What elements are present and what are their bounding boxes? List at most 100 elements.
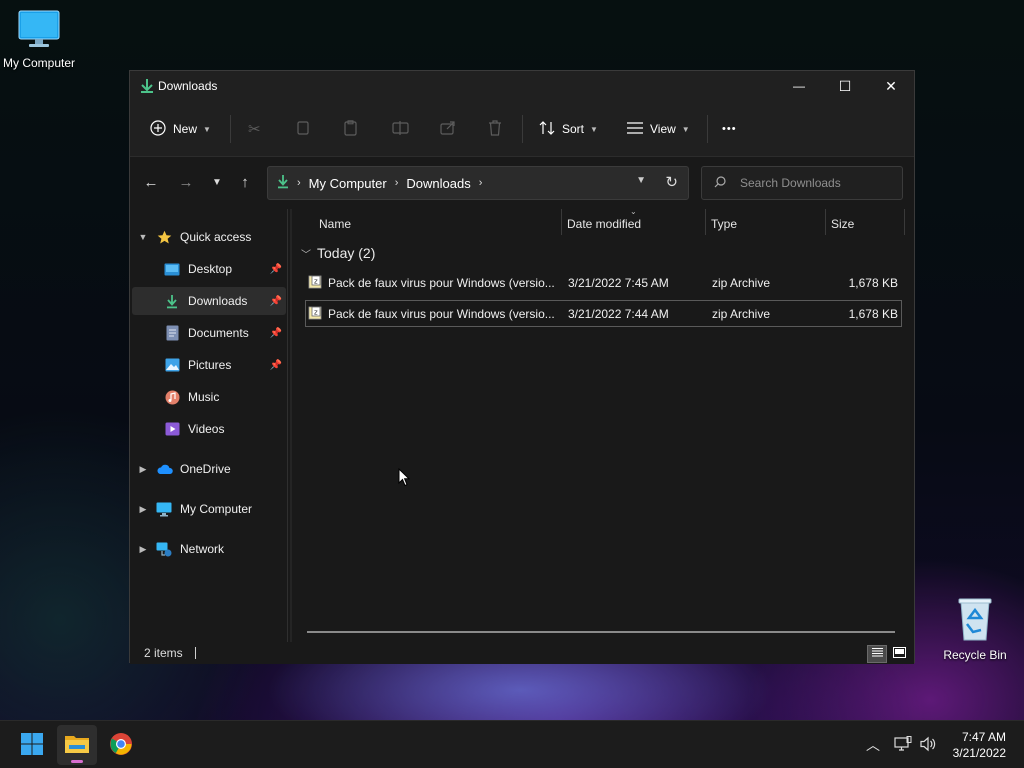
paste-button[interactable] [344,115,359,143]
back-button[interactable]: ← [138,169,164,195]
column-divider[interactable] [825,209,826,235]
chevron-right-icon[interactable]: › [479,177,483,189]
details-view-icon [871,647,884,661]
pin-icon: 📌 [269,359,282,371]
group-label: Today (2) [317,245,376,261]
details-view-button[interactable] [867,645,887,663]
address-bar[interactable]: › My Computer › Downloads › ▼ ↻ [267,166,689,200]
search-icon [714,175,726,191]
refresh-icon[interactable]: ↻ [665,173,678,191]
show-hidden-icons-button[interactable]: ︿ [866,721,880,768]
sort-label: Sort [562,122,585,136]
nav-item-music[interactable]: Music [132,383,286,411]
toolbar-divider [230,115,231,143]
monitor-icon [154,502,174,517]
close-button[interactable]: ✕ [868,71,914,101]
toolbar-divider [522,115,523,143]
cut-button[interactable]: ✂ [248,115,261,143]
chevron-right-icon[interactable]: ▶ [132,504,154,515]
column-divider[interactable] [561,209,562,235]
file-date: 3/21/2022 7:45 AM [568,276,669,290]
address-dropdown-icon[interactable]: ▼ [636,175,646,186]
view-button[interactable]: View ▼ [627,115,690,143]
file-explorer-icon [64,733,90,758]
recent-locations-button[interactable]: ▼ [204,169,230,195]
desktop-folder-icon [162,263,182,276]
breadcrumb-downloads[interactable]: Downloads [406,176,470,191]
column-divider[interactable] [705,209,706,235]
up-button[interactable]: ↑ [232,169,258,195]
svg-text:z: z [314,309,318,317]
desktop-icon-recycle-bin[interactable]: Recycle Bin [933,596,1017,662]
nav-label: Pictures [188,358,232,372]
new-button[interactable]: New ▼ [150,115,211,143]
horizontal-scrollbar[interactable] [307,631,895,633]
search-placeholder: Search Downloads [740,176,841,190]
new-label: New [173,122,198,136]
nav-item-documents[interactable]: Documents 📌 [132,319,286,347]
nav-quick-access[interactable]: ▼ Quick access [132,223,286,251]
chevron-right-icon[interactable]: ▶ [132,544,154,555]
sort-button[interactable]: Sort ▼ [539,115,598,143]
column-header-type[interactable]: Type [711,209,737,239]
arrow-right-icon: → [178,173,194,191]
clock[interactable]: 7:47 AM 3/21/2022 [953,729,1006,761]
nav-item-network[interactable]: ▶ Network [132,535,286,563]
start-icon [20,732,44,759]
volume-button[interactable] [919,721,937,768]
maximize-button[interactable]: ☐ [822,71,868,101]
network-status-button[interactable] [894,721,912,768]
nav-item-downloads[interactable]: Downloads 📌 [132,287,286,315]
column-header-size[interactable]: Size [831,209,854,239]
copy-icon [296,120,310,139]
recycle-bin-icon [933,596,1017,645]
group-header-today[interactable]: ﹀ Today (2) [301,245,375,261]
pin-icon: 📌 [269,263,282,275]
chevron-right-icon[interactable]: ▶ [132,464,154,475]
delete-button[interactable] [488,115,502,143]
plus-circle-icon [150,119,166,139]
sort-icon [539,120,555,139]
nav-label: Quick access [180,230,252,244]
file-row[interactable]: z Pack de faux virus pour Windows (versi… [305,300,902,327]
tiles-view-button[interactable] [889,645,909,663]
share-button[interactable] [440,115,456,143]
nav-item-my-computer[interactable]: ▶ My Computer [132,495,286,523]
toolbar-divider [707,115,708,143]
status-divider [194,647,196,659]
column-header-date-modified[interactable]: Date modified [567,209,641,239]
navigation-pane-scrollbar[interactable] [290,209,292,642]
file-row[interactable]: z Pack de faux virus pour Windows (versi… [305,269,902,296]
start-button[interactable] [12,725,52,765]
breadcrumb-my-computer[interactable]: My Computer [309,176,387,191]
close-icon: ✕ [885,77,897,94]
monitor-icon [0,10,81,53]
chrome-icon [109,732,133,759]
taskbar-chrome[interactable] [101,725,141,765]
minimize-button[interactable]: — [776,71,822,101]
network-icon [154,542,174,557]
more-options-button[interactable]: ••• [722,115,737,143]
nav-item-videos[interactable]: Videos [132,415,286,443]
nav-label: Network [180,542,225,556]
nav-label: Documents [188,326,249,340]
copy-button[interactable] [296,115,310,143]
chevron-down-icon[interactable]: ▼ [132,232,154,242]
nav-item-desktop[interactable]: Desktop 📌 [132,255,286,283]
share-icon [440,120,456,138]
taskbar: ︿ 7:47 AM 3/21/2022 [0,720,1024,768]
zip-file-icon: z [308,306,323,324]
nav-item-onedrive[interactable]: ▶ OneDrive [132,455,286,483]
taskbar-file-explorer[interactable] [57,725,97,765]
column-header-name[interactable]: Name [319,209,351,239]
search-input[interactable]: Search Downloads [701,166,903,200]
nav-label: Videos [188,422,225,436]
nav-item-pictures[interactable]: Pictures 📌 [132,351,286,379]
rename-button[interactable] [392,115,409,143]
forward-button[interactable]: → [173,169,199,195]
column-divider[interactable] [904,209,905,235]
command-bar: New ▼ ✂ Sort ▼ View ▼ ••• [130,101,914,157]
title-bar[interactable]: Downloads — ☐ ✕ [130,71,914,101]
file-name: Pack de faux virus pour Windows (versio.… [328,276,555,290]
desktop-icon-my-computer[interactable]: My Computer [0,10,81,70]
